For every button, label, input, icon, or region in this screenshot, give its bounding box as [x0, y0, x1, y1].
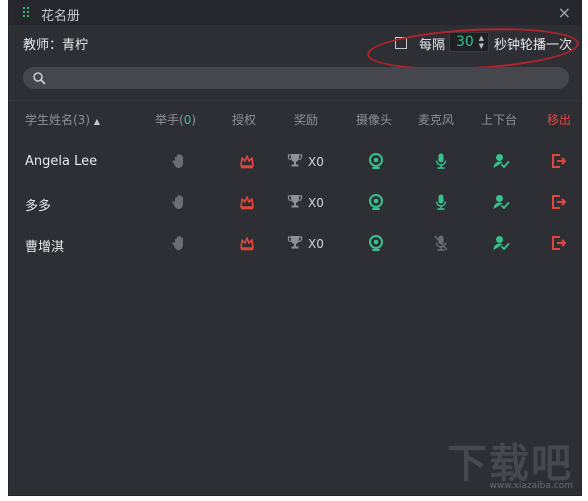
student-name: 曹增淇 [25, 240, 65, 255]
authorize-icon[interactable] [238, 193, 256, 211]
remove-student-icon[interactable] [549, 193, 567, 211]
microphone-icon[interactable] [432, 152, 450, 170]
column-header-stage: 上下台 [481, 113, 518, 127]
reward-count: X0 [308, 237, 324, 251]
trophy-icon[interactable] [286, 152, 304, 170]
student-name: 多多 [25, 199, 52, 214]
teacher-label: 教师：青柠 [23, 38, 89, 53]
table-header: 学生姓名(3) ▲ 举手(0) 授权 奖励 摄像头 麦克风 上下台 移出 [9, 111, 581, 131]
camera-icon[interactable] [367, 234, 385, 252]
grip-icon[interactable] [23, 7, 31, 19]
search-bar[interactable] [23, 67, 569, 89]
authorize-icon[interactable] [238, 234, 256, 252]
raise-hand-icon[interactable] [170, 193, 188, 211]
column-header-name[interactable]: 学生姓名(3) ▲ [25, 111, 100, 128]
remove-all-button[interactable]: 移出 [547, 111, 571, 128]
microphone-icon[interactable] [432, 193, 450, 211]
close-icon[interactable]: × [558, 3, 571, 22]
column-header-raise-hand: 举手(0) [155, 113, 197, 127]
reward-count: X0 [308, 155, 324, 169]
stage-icon[interactable] [492, 193, 510, 211]
trophy-icon[interactable] [286, 193, 304, 211]
title-bar[interactable]: 花名册 × [9, 1, 581, 25]
column-header-reward: 奖励 [294, 113, 319, 127]
search-input[interactable] [51, 69, 555, 89]
remove-student-icon[interactable] [549, 234, 567, 252]
camera-icon[interactable] [367, 152, 385, 170]
raise-hand-icon[interactable] [170, 152, 188, 170]
roster-window: 花名册 × 教师：青柠 每隔 30 ▲ ▼ 秒钟轮播一次 学生姓名(3) ▲ 举手… [8, 0, 582, 496]
camera-icon[interactable] [367, 193, 385, 211]
microphone-muted-icon[interactable] [432, 234, 450, 252]
search-icon [33, 72, 46, 85]
column-header-authorize: 授权 [232, 113, 257, 127]
column-name-label: 学生姓名(3) [25, 113, 90, 127]
watermark-url: www.xiazaiba.com [489, 481, 573, 491]
raise-hand-icon[interactable] [170, 234, 188, 252]
column-header-microphone: 麦克风 [418, 113, 455, 127]
stage-icon[interactable] [492, 152, 510, 170]
divider [9, 100, 581, 101]
watermark-logo: 下载吧 www.xiazaiba.com [447, 441, 573, 491]
authorize-icon[interactable] [238, 152, 256, 170]
sort-asc-icon[interactable]: ▲ [94, 117, 100, 126]
table-row: 多多 X0 [9, 183, 581, 223]
trophy-icon[interactable] [286, 234, 304, 252]
column-header-camera: 摄像头 [356, 113, 393, 127]
student-name: Angela Lee [25, 154, 98, 169]
window-title: 花名册 [41, 9, 81, 24]
reward-count: X0 [308, 196, 324, 210]
table-row: Angela Lee X0 [9, 142, 581, 182]
stage-icon[interactable] [492, 234, 510, 252]
remove-student-icon[interactable] [549, 152, 567, 170]
table-row: 曹增淇 X0 [9, 224, 581, 264]
